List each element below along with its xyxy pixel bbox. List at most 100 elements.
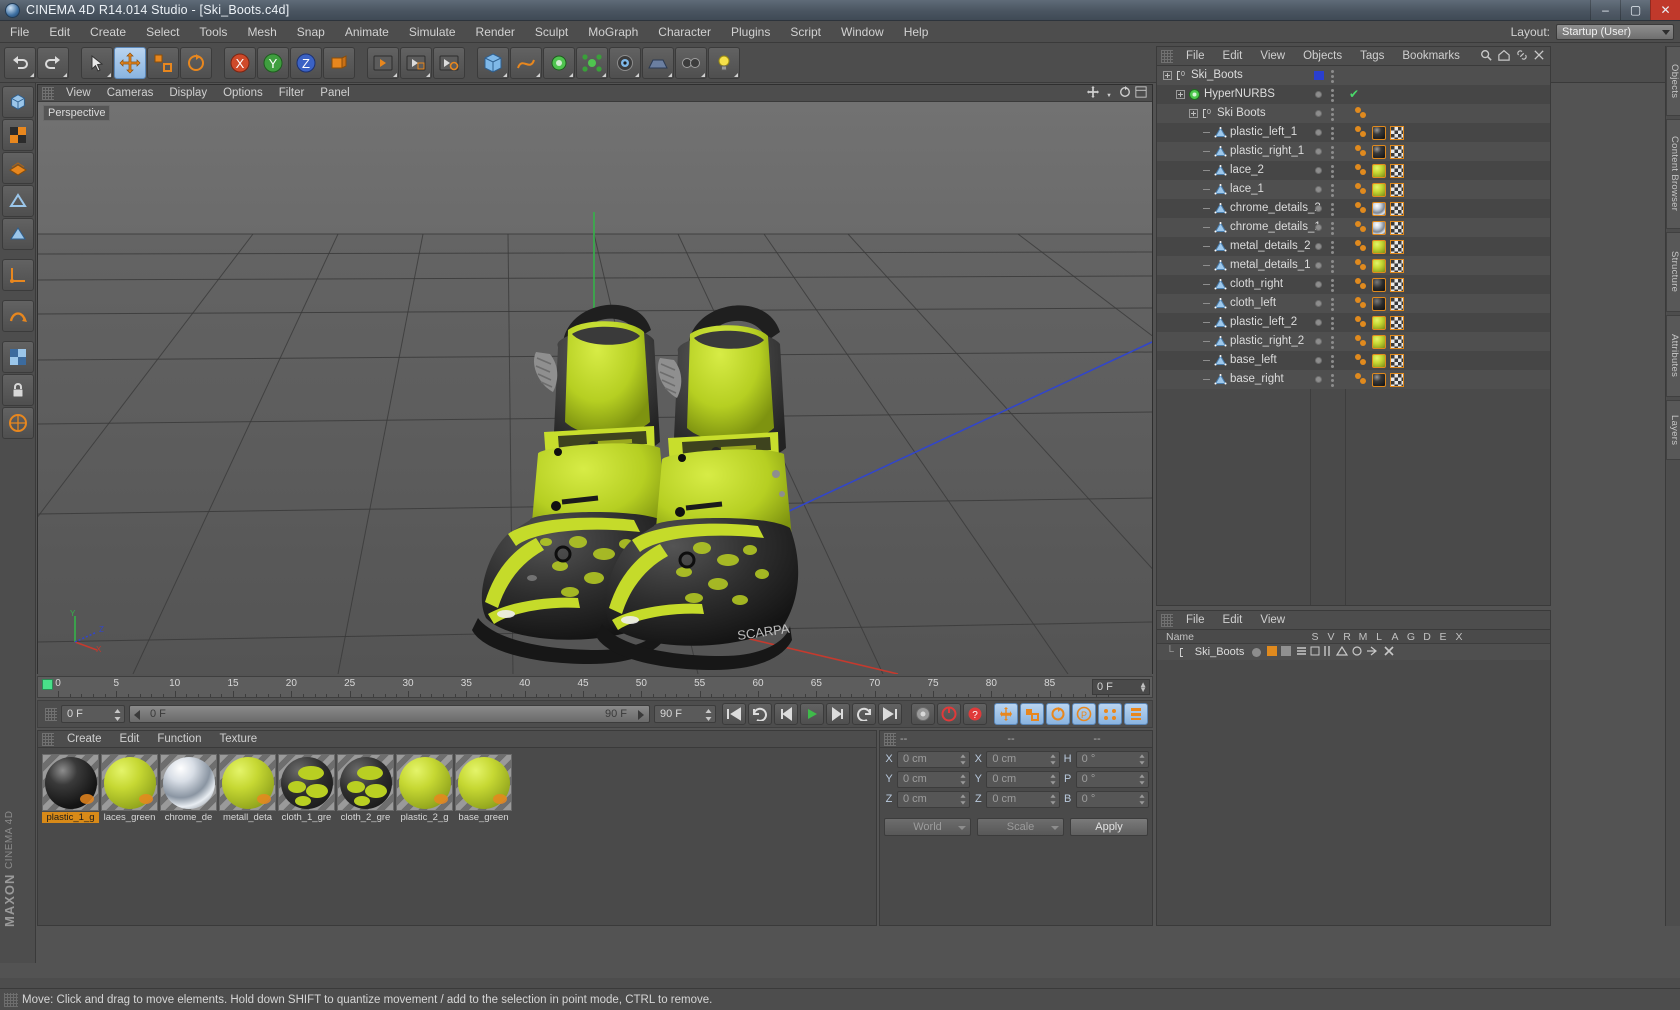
start-frame-field[interactable]: 0 F bbox=[61, 705, 125, 723]
link-icon[interactable] bbox=[1516, 49, 1528, 64]
material-menu-texture[interactable]: Texture bbox=[210, 731, 266, 748]
uvw-tag-icon[interactable] bbox=[1390, 221, 1404, 235]
render-visibility-dots[interactable] bbox=[1331, 336, 1334, 351]
render-visibility-dots[interactable] bbox=[1331, 355, 1334, 370]
object-name-label[interactable]: plastic_left_1 bbox=[1230, 123, 1297, 142]
material-tile[interactable]: plastic_2_g bbox=[396, 754, 453, 823]
layout-dropdown[interactable]: Startup (User) bbox=[1556, 23, 1674, 40]
uvw-tag-icon[interactable] bbox=[1390, 126, 1404, 140]
visibility-dots[interactable] bbox=[1314, 218, 1326, 237]
object-tree[interactable]: 0 Ski_Boots HyperNURBS ✔ 0 Ski Boots plastic_l… bbox=[1157, 66, 1550, 605]
menu-animate[interactable]: Animate bbox=[335, 21, 399, 43]
menu-snap[interactable]: Snap bbox=[287, 21, 335, 43]
add-cube-button[interactable] bbox=[477, 46, 509, 79]
render-visibility-dots[interactable] bbox=[1331, 374, 1334, 389]
panel-grip-icon[interactable] bbox=[884, 732, 896, 746]
layer-column-d[interactable]: D bbox=[1419, 631, 1435, 643]
material-tile[interactable]: base_green bbox=[455, 754, 512, 823]
visibility-dots[interactable] bbox=[1314, 142, 1326, 161]
add-spline-button[interactable] bbox=[510, 46, 542, 79]
object-row[interactable]: base_right bbox=[1157, 370, 1550, 389]
material-tile[interactable]: plastic_1_g bbox=[42, 754, 99, 823]
object-name-label[interactable]: cloth_left bbox=[1230, 294, 1276, 313]
menu-edit[interactable]: Edit bbox=[39, 21, 80, 43]
editor-visibility-dot[interactable] bbox=[1315, 148, 1322, 155]
viewport-menu-display[interactable]: Display bbox=[161, 85, 215, 102]
material-menu-function[interactable]: Function bbox=[148, 731, 210, 748]
spinner-icon[interactable] bbox=[960, 773, 966, 790]
render-settings-button[interactable] bbox=[433, 46, 465, 79]
coordinate-position-x-field[interactable]: 0 cm bbox=[897, 750, 971, 768]
editor-visibility-dot[interactable] bbox=[1315, 262, 1322, 269]
object-name-label[interactable]: cloth_right bbox=[1230, 275, 1283, 294]
spinner-icon[interactable] bbox=[1139, 753, 1145, 770]
layer-row[interactable]: └ Ski_Boots bbox=[1157, 644, 1550, 660]
coordinate-mode-dropdown[interactable]: Scale bbox=[977, 818, 1064, 836]
render-visibility-dots[interactable] bbox=[1331, 89, 1334, 104]
object-row[interactable]: 0 Ski_Boots bbox=[1157, 66, 1550, 85]
object-row[interactable]: lace_2 bbox=[1157, 161, 1550, 180]
layer-menu-file[interactable]: File bbox=[1177, 611, 1214, 630]
menu-create[interactable]: Create bbox=[80, 21, 136, 43]
play-backwards-loop-button[interactable] bbox=[852, 703, 876, 725]
uvw-tag-icon[interactable] bbox=[1390, 373, 1404, 387]
dock-tab-attributes[interactable]: Attributes bbox=[1666, 315, 1680, 397]
material-tile[interactable]: cloth_1_gre bbox=[278, 754, 335, 823]
home-icon[interactable] bbox=[1498, 49, 1510, 64]
layer-column-l[interactable]: L bbox=[1371, 631, 1387, 643]
object-name-label[interactable]: plastic_left_2 bbox=[1230, 313, 1297, 332]
menu-sculpt[interactable]: Sculpt bbox=[525, 21, 578, 43]
menu-plugins[interactable]: Plugins bbox=[721, 21, 780, 43]
layer-name-label[interactable]: Ski_Boots bbox=[1195, 646, 1245, 658]
menu-mesh[interactable]: Mesh bbox=[237, 21, 286, 43]
dock-tab-objects[interactable]: Objects bbox=[1666, 46, 1680, 116]
point-mode-button[interactable] bbox=[2, 152, 34, 184]
lock-button[interactable] bbox=[2, 374, 34, 406]
object-name-label[interactable]: plastic_right_1 bbox=[1230, 142, 1304, 161]
parameter-key-button[interactable]: P bbox=[1072, 703, 1096, 725]
dock-tab-content-browser[interactable]: Content Browser bbox=[1666, 119, 1680, 229]
timeline-ruler[interactable]: 051015202530354045505560657075808590 0 F… bbox=[37, 676, 1153, 698]
render-view-button[interactable] bbox=[367, 46, 399, 79]
go-to-end-button[interactable] bbox=[878, 703, 902, 725]
editor-visibility-dot[interactable] bbox=[1315, 319, 1322, 326]
editor-visibility-dot[interactable] bbox=[1315, 357, 1322, 364]
record-active-objects-button[interactable] bbox=[911, 703, 935, 725]
render-visibility-dots[interactable] bbox=[1331, 127, 1334, 142]
layer-column-a[interactable]: A bbox=[1387, 631, 1403, 643]
render-visibility-dots[interactable] bbox=[1331, 317, 1334, 332]
object-row[interactable]: metal_details_2 bbox=[1157, 237, 1550, 256]
object-name-label[interactable]: base_left bbox=[1230, 351, 1277, 370]
maximize-button[interactable]: ▢ bbox=[1620, 0, 1650, 20]
object-row[interactable]: plastic_right_2 bbox=[1157, 332, 1550, 351]
render-visibility-dots[interactable] bbox=[1331, 184, 1334, 199]
maximize-viewport-icon[interactable] bbox=[1135, 85, 1147, 101]
editor-visibility-dot[interactable] bbox=[1315, 205, 1322, 212]
object-name-label[interactable]: metal_details_1 bbox=[1230, 256, 1311, 275]
material-tag-icon[interactable] bbox=[1372, 316, 1386, 330]
uvw-tag-icon[interactable] bbox=[1390, 278, 1404, 292]
object-menu-file[interactable]: File bbox=[1177, 47, 1214, 66]
uvw-tag-icon[interactable] bbox=[1390, 240, 1404, 254]
object-menu-view[interactable]: View bbox=[1251, 47, 1294, 66]
timeline-track[interactable]: 051015202530354045505560657075808590 bbox=[40, 677, 1152, 697]
material-tag-icon[interactable] bbox=[1372, 278, 1386, 292]
add-generator-button[interactable] bbox=[543, 46, 575, 79]
scale-key-button[interactable] bbox=[1020, 703, 1044, 725]
rotate-tool-button[interactable] bbox=[180, 46, 212, 79]
layer-column-v[interactable]: V bbox=[1323, 631, 1339, 643]
close-icon[interactable] bbox=[1534, 49, 1544, 63]
viewport-menu-filter[interactable]: Filter bbox=[271, 85, 313, 102]
y-axis-lock-button[interactable]: Y bbox=[257, 46, 289, 79]
object-name-label[interactable]: base_right bbox=[1230, 370, 1284, 389]
uvw-tag-icon[interactable] bbox=[1390, 354, 1404, 368]
world-object-coordinate-button[interactable] bbox=[323, 46, 355, 79]
editor-visibility-dot[interactable] bbox=[1315, 224, 1322, 231]
viewport-menu-options[interactable]: Options bbox=[215, 85, 271, 102]
object-name-label[interactable]: HyperNURBS bbox=[1204, 85, 1275, 104]
material-tag-icon[interactable] bbox=[1372, 145, 1386, 159]
layer-color-dot[interactable] bbox=[1252, 647, 1262, 657]
render-visibility-dots[interactable] bbox=[1331, 260, 1334, 275]
apply-button[interactable]: Apply bbox=[1070, 818, 1148, 836]
viewport-menu-view[interactable]: View bbox=[58, 85, 99, 102]
